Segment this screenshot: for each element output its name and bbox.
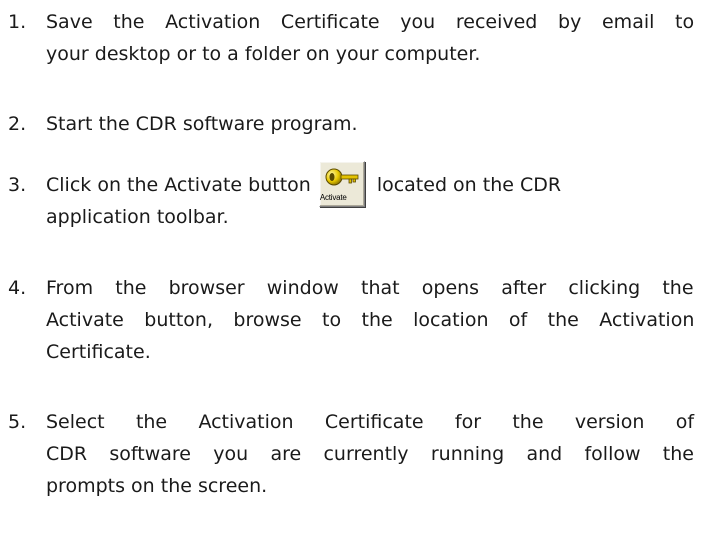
step-text: From the browser window that opens after… — [46, 272, 694, 368]
step-line: prompts on the screen. — [46, 475, 268, 497]
activate-button-label: Activate — [319, 192, 347, 202]
activate-button[interactable]: Activate — [318, 160, 365, 207]
step-line: Certificate. — [46, 341, 151, 363]
step-line: Save the Activation Certificate you rece… — [46, 11, 695, 33]
step-text-before-button: Click on the Activate button — [46, 174, 311, 196]
step-line: From the browser window that opens after… — [46, 277, 694, 299]
key-icon — [325, 168, 359, 185]
step-number: 4. — [8, 277, 27, 299]
step-number: 5. — [8, 411, 27, 433]
step-text: Save the Activation Certificate you rece… — [46, 6, 694, 70]
step-line: CDR software you are currently running a… — [46, 443, 694, 465]
step-line: application toolbar. — [46, 206, 229, 228]
step-text: Click on the Activate button Activate lo… — [46, 160, 694, 233]
instruction-list: 1. Save the Activation Certificate you r… — [0, 0, 701, 539]
step-line: Activate button, browse to the location … — [46, 309, 695, 331]
step-line: your desktop or to a folder on your comp… — [46, 43, 481, 65]
step-text: Start the CDR software program. — [46, 108, 694, 140]
step-text: Select the Activation Certificate for th… — [46, 406, 694, 502]
step-number: 2. — [8, 113, 27, 135]
step-text-after-button: located on the CDR — [376, 174, 562, 196]
step-number: 1. — [8, 11, 27, 33]
step-number: 3. — [8, 174, 27, 196]
step-line-with-button: Click on the Activate button Activate lo… — [46, 160, 694, 207]
step-line: Select the Activation Certificate for th… — [46, 411, 695, 433]
step-line: Start the CDR software program. — [46, 113, 358, 135]
